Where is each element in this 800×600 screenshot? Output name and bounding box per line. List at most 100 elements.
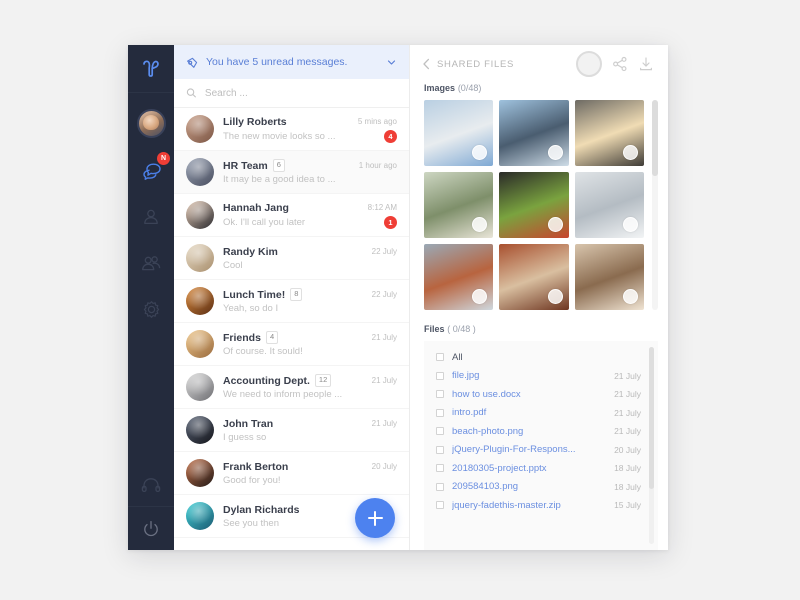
conversation-time: 21 July [371,419,397,428]
chevron-down-icon[interactable] [386,57,397,68]
image-select-checkbox[interactable] [547,145,563,160]
image-grid[interactable] [424,100,644,310]
file-name[interactable]: beach-photo.png [452,426,606,437]
conversation-item[interactable]: Hannah Jang 8:12 AM Ok. I'll call you late… [174,194,409,237]
image-select-checkbox[interactable] [547,289,563,304]
new-chat-button[interactable] [355,498,395,538]
image-grid-scrollbar[interactable] [652,100,658,310]
file-name[interactable]: 20180305-project.pptx [452,463,606,474]
member-count-badge: 4 [265,331,279,344]
image-thumbnail[interactable] [499,172,569,238]
sidebar-item-logout[interactable] [128,506,174,550]
image-select-checkbox[interactable] [623,217,638,232]
file-row[interactable]: file.jpg 21 July [424,367,649,386]
download-icon[interactable] [638,56,654,72]
file-name[interactable]: file.jpg [452,370,606,381]
file-name[interactable]: jquery-fadethis-master.zip [452,500,606,511]
file-checkbox[interactable] [436,464,444,473]
file-row[interactable]: how to use.docx 21 July [424,385,649,404]
sidebar-item-contacts[interactable] [136,204,166,230]
file-row[interactable]: intro.pdf 21 July [424,404,649,423]
conversation-item[interactable]: Frank Berton 20 July Good for you! [174,452,409,495]
file-name[interactable]: All [452,352,633,363]
file-checkbox[interactable] [436,353,444,362]
files-list-scroll-thumb[interactable] [649,347,654,489]
user-avatar[interactable] [136,109,166,138]
conversation-item[interactable]: Lunch Time! 8 22 July Yeah, so do I [174,280,409,323]
conversation-preview: Ok. I'll call you later [223,216,306,228]
conversation-item[interactable]: Accounting Dept. 12 21 July We need to info… [174,366,409,409]
image-thumbnail[interactable] [424,100,494,166]
sidebar-nav: N [128,152,174,322]
image-select-checkbox[interactable] [623,289,638,304]
sidebar-item-chat[interactable]: N [136,152,170,184]
share-icon[interactable] [612,56,628,72]
conversation-item[interactable]: HR Team 6 1 hour ago It may be a good idea … [174,151,409,194]
image-thumbnail[interactable] [574,244,644,310]
image-select-checkbox[interactable] [472,289,488,304]
image-thumbnail[interactable] [499,244,569,310]
back-to-shared-files[interactable]: SHARED FILES [422,58,514,70]
app-logo[interactable] [128,45,174,93]
image-thumbnail[interactable] [499,100,569,166]
file-row[interactable]: All [424,348,649,367]
image-grid-scroll-thumb[interactable] [652,100,658,176]
conversation-top-row: John Tran 21 July [223,418,397,430]
file-row[interactable]: 209584103.png 18 July [424,478,649,497]
files-list[interactable]: All file.jpg 21 July how to use.docx 21 July… [424,341,649,550]
file-checkbox[interactable] [436,390,444,399]
conversation-name: Accounting Dept. [223,374,310,387]
file-name[interactable]: intro.pdf [452,407,606,418]
file-date: 21 July [614,389,641,400]
file-checkbox[interactable] [436,427,444,436]
sidebar-item-support[interactable] [128,464,174,506]
file-checkbox[interactable] [436,482,444,491]
unread-banner[interactable]: You have 5 unread messages. [174,45,409,79]
conversation-item[interactable]: Randy Kim 22 July Cool [174,237,409,280]
file-name[interactable]: jQuery-Plugin-For-Respons... [452,444,606,455]
conversation-preview: The new movie looks so ... [223,130,336,142]
image-select-checkbox[interactable] [623,145,638,160]
gear-icon [143,300,159,318]
file-checkbox[interactable] [436,408,444,417]
conversation-preview: Of course. It sould! [223,345,303,357]
conversation-top-row: Friends 4 21 July [223,331,397,344]
image-thumbnail[interactable] [424,172,494,238]
conversation-avatar [186,115,214,143]
conversation-list[interactable]: Lilly Roberts 5 mins ago The new movie loo… [174,108,409,550]
image-thumbnail[interactable] [574,100,644,166]
file-row[interactable]: 20180305-project.pptx 18 July [424,459,649,478]
sidebar-item-settings[interactable] [136,296,166,322]
conversation-item[interactable]: John Tran 21 July I guess so [174,409,409,452]
file-row[interactable]: jQuery-Plugin-For-Respons... 20 July [424,441,649,460]
search-bar[interactable] [174,79,409,108]
file-date: 21 July [614,370,641,381]
search-input[interactable] [204,87,397,99]
file-row[interactable]: jquery-fadethis-master.zip 15 July [424,496,649,515]
file-name[interactable]: how to use.docx [452,389,606,400]
file-checkbox[interactable] [436,445,444,454]
image-select-checkbox[interactable] [472,217,488,232]
conversation-time: 20 July [371,462,397,471]
conversation-preview: Yeah, so do I [223,302,279,314]
conversation-top-row: Lunch Time! 8 22 July [223,288,397,301]
unread-count-badge: 4 [384,129,397,143]
conversation-item[interactable]: Lilly Roberts 5 mins ago The new movie loo… [174,108,409,151]
sidebar-item-groups[interactable] [136,250,166,276]
contact-circle-icon[interactable] [576,51,602,77]
image-select-checkbox[interactable] [547,217,563,232]
conversation-bottom-row: I guess so [223,432,397,443]
files-list-scrollbar[interactable] [649,347,654,544]
app-logo-icon [143,60,159,77]
files-section-label: Files ( 0/48 ) [410,310,668,341]
conversation-item[interactable]: Friends 4 21 July Of course. It sould! [174,323,409,366]
shared-files-panel: SHARED FILES Images (0/48) Files (0/48 … [410,45,668,550]
file-name[interactable]: 209584103.png [452,481,606,492]
image-select-checkbox[interactable] [472,145,488,160]
file-row[interactable]: beach-photo.png 21 July [424,422,649,441]
file-checkbox[interactable] [436,371,444,380]
conversation-avatar [186,416,214,444]
image-thumbnail[interactable] [424,244,494,310]
file-checkbox[interactable] [436,501,444,510]
image-thumbnail[interactable] [574,172,644,238]
